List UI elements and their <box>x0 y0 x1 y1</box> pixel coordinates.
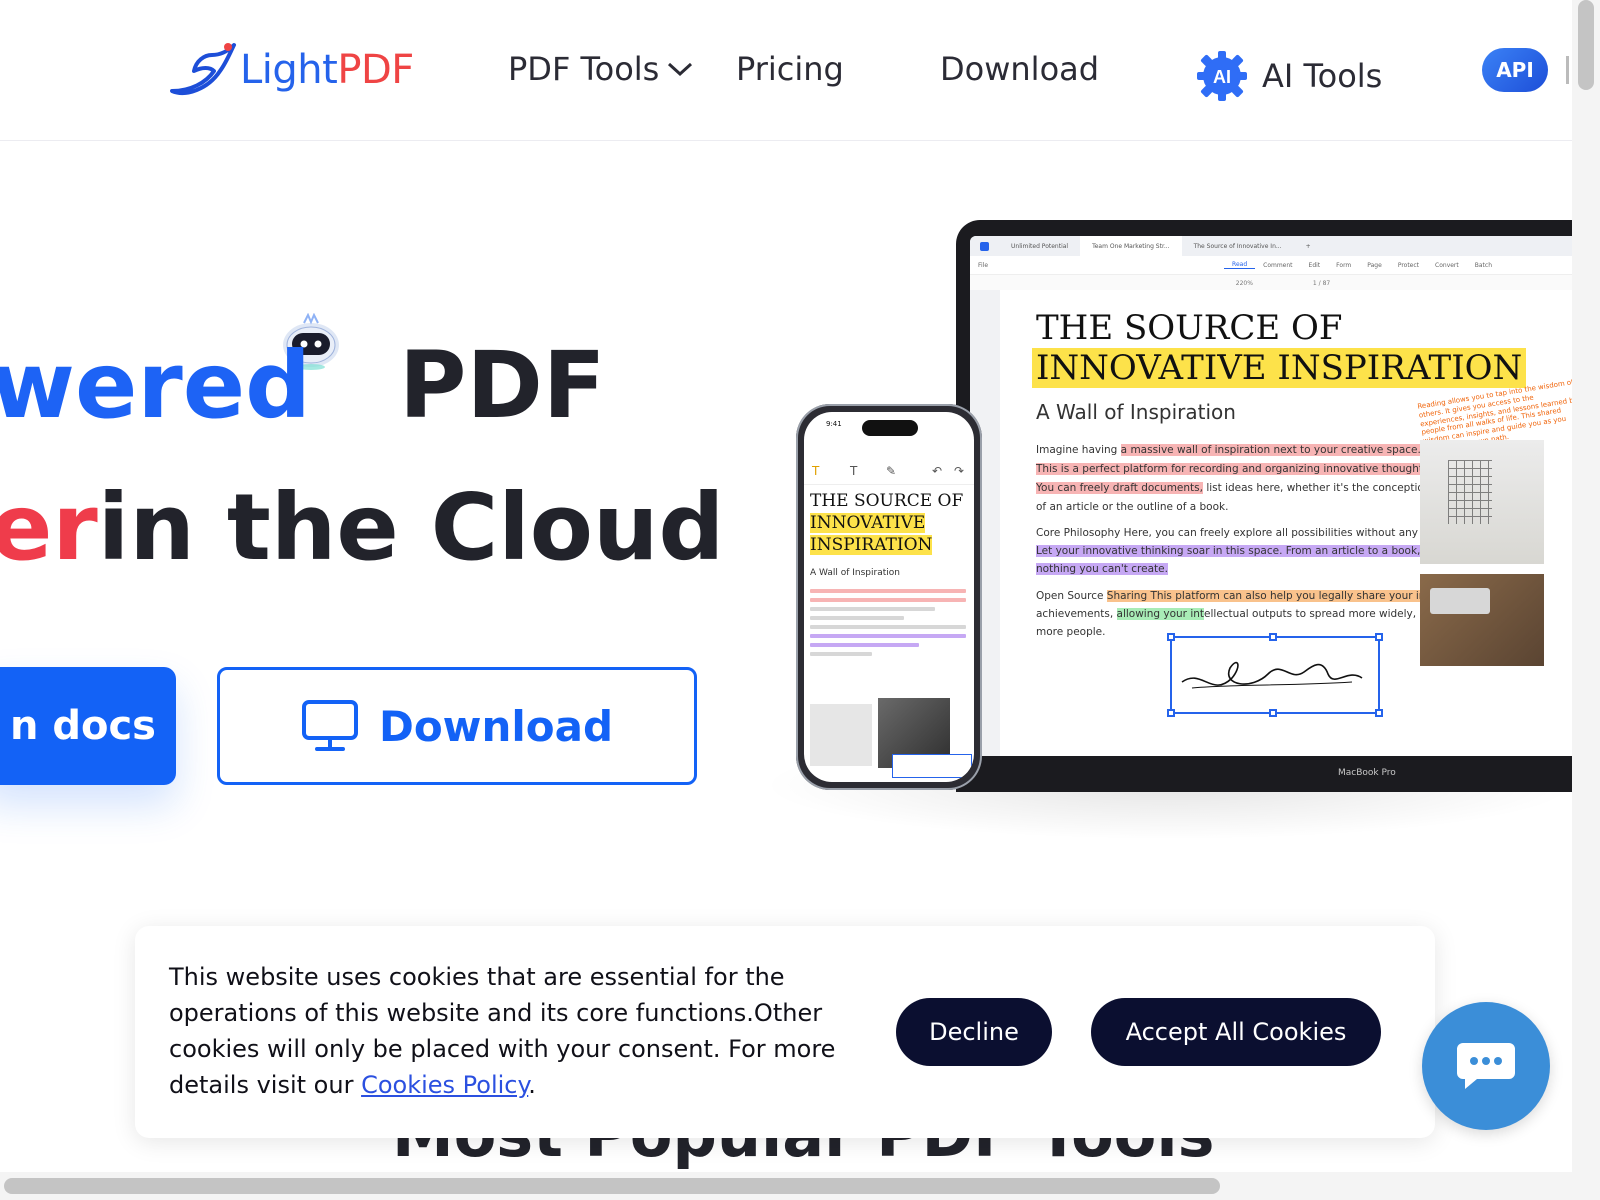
decline-cookies-button[interactable]: Decline <box>896 998 1052 1066</box>
phone-signature-box <box>892 754 972 778</box>
dynamic-island <box>862 420 918 436</box>
app-menu-convert: Convert <box>1435 261 1459 269</box>
svg-text:AI: AI <box>1213 67 1231 87</box>
doc-line: Core Philosophy Here, you can freely exp… <box>1036 527 1484 539</box>
nav-ai-tools-label: AI Tools <box>1262 57 1383 95</box>
app-toolbar: File Read Comment Edit Form Page Protect… <box>970 256 1596 275</box>
phone-toolbar: T T ✎ ↶ ↷ <box>804 462 974 485</box>
nav-download[interactable]: Download <box>940 50 1099 88</box>
app-icon <box>980 241 989 251</box>
laptop-bezel <box>956 756 1596 792</box>
docs-button[interactable]: n docs <box>0 667 176 785</box>
zoom-level: 220% <box>1235 279 1253 287</box>
text-icon: T <box>850 464 858 478</box>
redo-icon: ↷ <box>954 464 965 478</box>
logo-bird-icon <box>170 43 236 95</box>
signature-icon <box>1181 661 1363 689</box>
doc-line: achievements, allowing your intellectual… <box>1036 608 1473 620</box>
undo-icon: ↶ <box>932 464 943 478</box>
document-area: THE SOURCE OF INNOVATIVE INSPIRATION A W… <box>970 290 1596 756</box>
horizontal-scrollbar-thumb[interactable] <box>4 1178 1220 1194</box>
phone-doc-title2: INNOVATIVE <box>810 513 926 533</box>
app-tab-add: + <box>1305 242 1311 250</box>
truncated-nav-item <box>1566 56 1569 84</box>
app-menu-protect: Protect <box>1397 261 1420 269</box>
nav-pdf-tools-label: PDF Tools <box>508 50 660 88</box>
signature-box <box>1167 633 1383 717</box>
doc-title-line2: INNOVATIVE INSPIRATION <box>1032 348 1527 388</box>
doc-line: You can freely draft documents, list ide… <box>1036 482 1431 494</box>
app-menu-page: Page <box>1367 261 1382 269</box>
phone-screen: 9:41 T T ✎ ↶ ↷ THE SOURCE OF INNOVATIVE … <box>804 412 974 782</box>
text-highlight-icon: T <box>812 464 820 478</box>
laptop-label: MacBook Pro <box>1338 768 1396 778</box>
nav-pricing[interactable]: Pricing <box>736 50 844 88</box>
keyboard-photo <box>1420 574 1544 666</box>
doc-title-line1: THE SOURCE OF <box>1036 308 1343 348</box>
api-badge[interactable]: API <box>1482 48 1548 92</box>
cookies-policy-link[interactable]: Cookies Policy <box>361 1071 528 1099</box>
app-tabbar: Unlimited Potential Team One Marketing S… <box>970 236 1596 256</box>
logo-text: LightPDF <box>240 47 414 93</box>
vertical-scrollbar-thumb[interactable] <box>1578 0 1594 90</box>
lightpdf-logo[interactable]: LightPDF <box>168 40 414 100</box>
doc-line: This is a perfect platform for recording… <box>1036 463 1432 475</box>
app-tab: Unlimited Potential <box>1011 242 1069 250</box>
phone-time: 9:41 <box>826 420 842 428</box>
chat-button[interactable] <box>1422 1002 1550 1130</box>
pen-icon: ✎ <box>886 464 897 478</box>
doc-line: nothing you can't create. <box>1036 563 1168 575</box>
app-menu-edit: Edit <box>1308 261 1321 269</box>
hero-download-button[interactable]: Download <box>217 667 697 785</box>
phone-doc-text <box>810 584 966 661</box>
app-menu-form: Form <box>1336 261 1352 269</box>
doc-line: Open Source Sharing This platform can al… <box>1036 590 1471 602</box>
accept-cookies-button[interactable]: Accept All Cookies <box>1091 998 1381 1066</box>
doc-line: Imagine having a massive wall of inspira… <box>1036 444 1421 456</box>
page-counter: 1 / 87 <box>1312 279 1331 287</box>
cookie-message: This website uses cookies that are essen… <box>169 963 836 1099</box>
chat-bubble-icon <box>1457 1043 1515 1089</box>
app-tab: Team One Marketing Str... <box>1080 236 1182 256</box>
document-page: THE SOURCE OF INNOVATIVE INSPIRATION A W… <box>1000 290 1596 756</box>
phone-mockup: 9:41 T T ✎ ↶ ↷ THE SOURCE OF INNOVATIVE … <box>796 404 982 790</box>
app-tab: The Source of Innovative In... <box>1193 242 1282 250</box>
phone-doc-subtitle: A Wall of Inspiration <box>810 568 900 578</box>
phone-doc-title1: THE SOURCE OF <box>810 491 964 511</box>
doc-line: Let your innovative thinking soar in thi… <box>1036 545 1460 557</box>
vertical-scrollbar[interactable] <box>1572 0 1600 1200</box>
desk-photo <box>1420 440 1544 564</box>
monitor-icon <box>301 700 358 751</box>
doc-subtitle: A Wall of Inspiration <box>1036 400 1236 424</box>
laptop-screen: Unlimited Potential Team One Marketing S… <box>970 236 1596 756</box>
app-menu-read: Read <box>1224 261 1256 269</box>
laptop-mockup: Unlimited Potential Team One Marketing S… <box>956 220 1596 792</box>
app-menu-batch: Batch <box>1474 261 1493 269</box>
hero-title-line1: wered PDF <box>0 332 606 439</box>
ai-gear-icon: AI <box>1197 51 1247 101</box>
app-menu-file: File <box>978 261 989 269</box>
hero-title-line2: erin the Cloud <box>0 474 725 581</box>
chevron-down-icon <box>668 62 693 77</box>
phone-photo <box>810 704 872 766</box>
doc-line: more people. <box>1036 626 1106 638</box>
phone-doc-title3: INSPIRATION <box>810 535 933 555</box>
site-header: LightPDF PDF Tools Pricing Download AI A… <box>0 0 1572 141</box>
doc-line: of an article or the outline of a book. <box>1036 501 1229 513</box>
nav-ai-tools[interactable]: AI AI Tools <box>1196 50 1382 102</box>
cookie-banner: This website uses cookies that are essen… <box>135 926 1435 1138</box>
app-menu-comment: Comment <box>1263 261 1293 269</box>
hero-download-label: Download <box>378 701 614 751</box>
nav-pdf-tools[interactable]: PDF Tools <box>508 50 693 88</box>
